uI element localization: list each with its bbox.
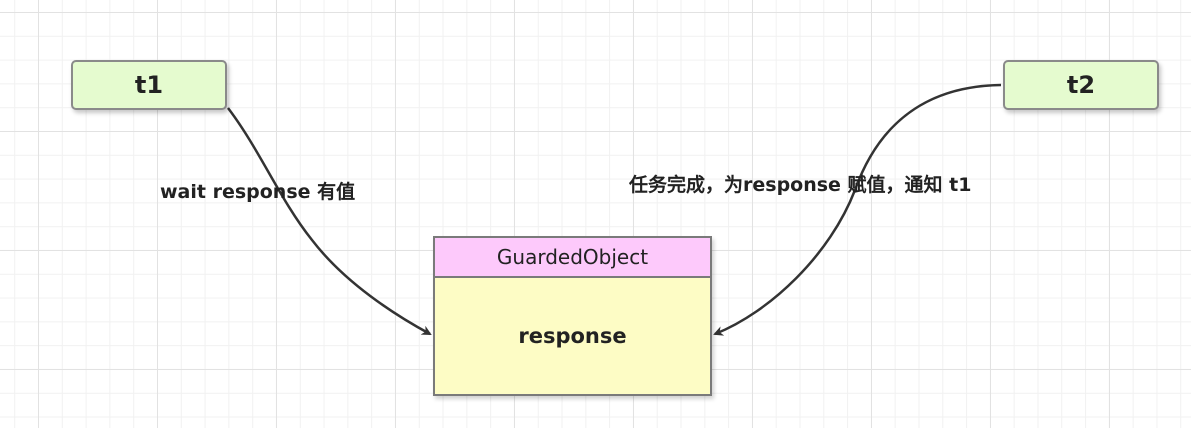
- edge-t1-to-guarded: [227, 107, 432, 336]
- guarded-object-title: GuardedObject: [435, 238, 710, 278]
- guarded-object-node[interactable]: GuardedObject response: [433, 236, 712, 396]
- guarded-object-field: response: [518, 324, 627, 348]
- thread-node-t2[interactable]: t2: [1003, 60, 1159, 110]
- thread-node-t1-label: t1: [134, 71, 164, 99]
- edge-label-t1: wait response 有值: [160, 181, 356, 203]
- thread-node-t1[interactable]: t1: [71, 60, 227, 110]
- edge-t2-to-guarded: [713, 83, 1002, 336]
- edge-label-t2: 任务完成，为response 赋值，通知 t1: [629, 174, 972, 196]
- thread-node-t2-label: t2: [1066, 71, 1096, 99]
- diagram-canvas: t1 t2 GuardedObject response wait respon…: [0, 0, 1191, 428]
